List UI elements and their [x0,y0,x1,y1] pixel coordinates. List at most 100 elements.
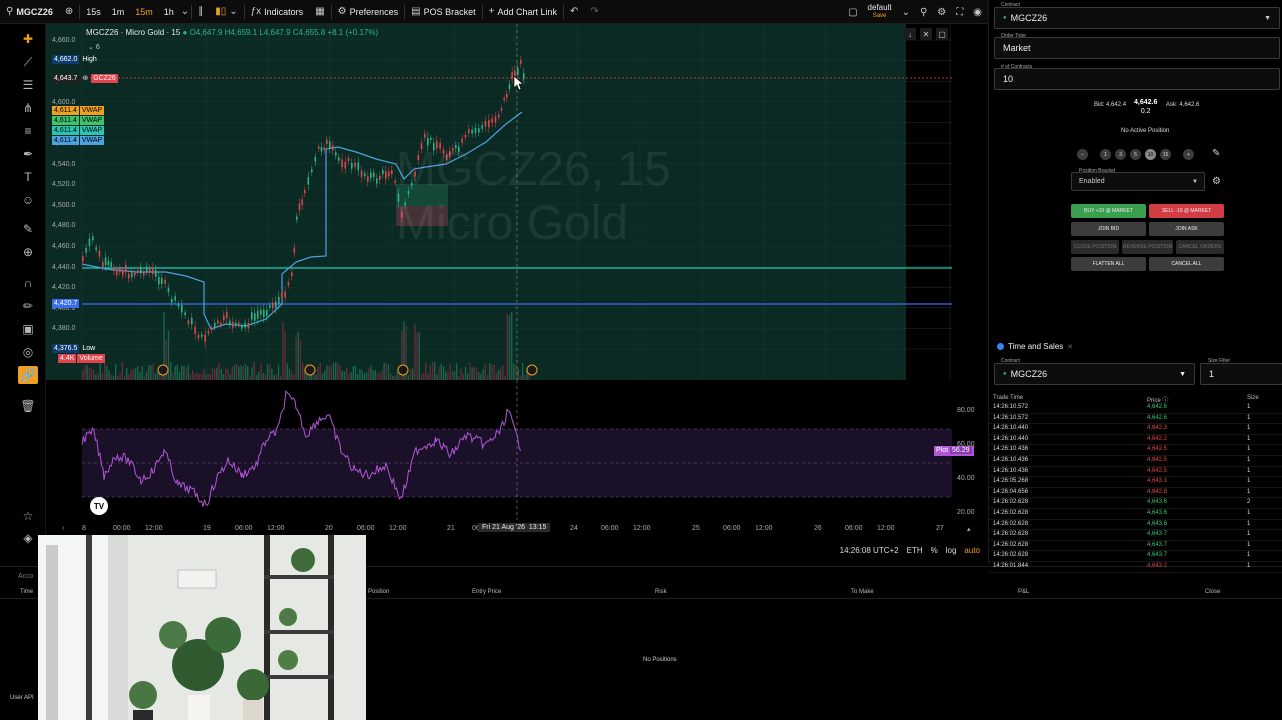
text-tool-icon[interactable]: T [18,168,38,186]
time-label: 12:00 [145,525,163,532]
restore-icon[interactable]: ▢ [936,28,948,40]
brush-tool-icon[interactable]: ✒ [18,145,38,163]
chevron-down-icon[interactable]: ⌄ [902,7,910,18]
order-type-select[interactable]: Market [994,37,1280,59]
rsi-canvas [81,380,952,520]
quantity-preset-5[interactable]: 5 [1130,149,1141,160]
ts-contract-select[interactable]: ● MGCZ26 ▼ [994,363,1195,385]
preferences-button[interactable]: ⚙ Preferences [332,0,405,24]
horizontal-lines-tool-icon[interactable]: ☰ [18,76,38,94]
timeframe-1h[interactable]: 1h [160,7,178,17]
size-filter-input[interactable]: 1 [1200,363,1282,385]
price-label: 4,460.0 [52,243,76,250]
trade-time: 14:26:10.436 [993,467,1029,474]
user-api-label: User API [10,695,34,701]
fullscreen-box-icon[interactable]: ▢ [848,7,857,18]
trash-icon[interactable]: 🗑 [18,397,38,415]
col-position: Position [368,589,390,595]
low-label: Low [82,345,96,352]
layout-grid-button[interactable]: ▦ [309,0,330,24]
rsi-pane[interactable]: 80.00 60.00 40.00 20.00 Plot 56.29 TV [46,380,986,520]
join-ask-button[interactable]: JOIN ASK [1149,222,1224,236]
emoji-tool-icon[interactable]: ☺ [18,191,38,209]
trade-price: 4,642.2 [1147,435,1168,442]
crosshair-tool-icon[interactable]: ✚ [18,30,38,48]
add-chart-link-button[interactable]: + Add Chart Link [483,0,563,24]
candle-style-button[interactable]: ▮▯ ⌄ [209,0,243,24]
indicators-button[interactable]: ƒx Indicators [245,0,310,24]
time-and-sales-tab[interactable]: Time and Sales ✕ [997,342,1073,351]
account-tab[interactable]: Acco [18,573,34,580]
trade-size: 1 [1247,509,1251,516]
lock-icon[interactable]: ▣ [18,320,38,338]
lock-drawing-icon[interactable]: ✏ [18,297,38,315]
undo-button[interactable]: ↶ [564,0,584,24]
zoom-in-icon[interactable]: ⊕ [18,243,38,261]
add-alert-icon[interactable]: ⊕ [80,74,90,83]
auto-scale-button[interactable]: auto [964,546,980,555]
session-button[interactable]: ETH [907,546,923,555]
bracket-settings-gear-icon[interactable]: ⚙ [1212,176,1221,187]
contract-select[interactable]: ● MGCZ26 ▼ [994,7,1280,29]
magnet-icon[interactable]: ∩ [18,274,38,292]
percent-scale-button[interactable]: % [931,546,938,555]
pos-bracket-button[interactable]: ▤ POS Bracket [405,0,481,24]
tradingview-logo-icon[interactable]: TV [90,497,108,515]
ruler-tool-icon[interactable]: ✎ [18,220,38,238]
close-position-button[interactable]: CLOSE POSITION [1071,240,1119,254]
pencil-icon[interactable]: ✎ [1212,148,1220,159]
close-tab-icon[interactable]: ✕ [1067,343,1073,351]
trend-line-tool-icon[interactable]: ⟋ [18,53,38,71]
timeframe-1m[interactable]: 1m [108,7,129,17]
plus-button[interactable]: + [1183,149,1194,160]
time-scale-reset-icon[interactable]: ▴ [967,525,971,533]
trade-time: 14:26:01.844 [993,562,1029,569]
vwap-value: 4,611.4 [52,136,79,145]
cancel-all-button[interactable]: CANCEL ALL [1149,257,1224,271]
fib-tool-icon[interactable]: ≡ [18,122,38,140]
join-bid-button[interactable]: JOIN BID [1071,222,1146,236]
time-scroll-arrow-icon[interactable]: ‹ [62,525,64,532]
layout-name: default [867,3,892,12]
sell-market-button[interactable]: SELL -10 @ MARKET [1149,204,1224,218]
chevron-down-icon[interactable]: ⌄ [181,6,189,17]
buy-market-button[interactable]: BUY +10 @ MARKET [1071,204,1146,218]
add-symbol-button[interactable]: ⊕ [59,0,79,24]
layout-selector[interactable]: default Save [868,4,892,20]
cancel-orders-button[interactable]: CANCEL ORDERS [1176,240,1224,254]
quantity-preset-10[interactable]: 10 [1145,149,1156,160]
price-chart[interactable]: MGCZ26, 15 Micro Gold MGCZ26 · Micro Gol… [46,24,986,380]
redo-button[interactable]: ↷ [584,0,604,24]
quantity-preset-15[interactable]: 15 [1160,149,1171,160]
position-bracket-select[interactable]: Enabled ▼ [1071,172,1205,191]
reverse-position-button[interactable]: REVERSE POSITION [1122,240,1173,254]
timeframe-15s[interactable]: 15s [82,7,105,17]
maximize-icon[interactable]: ⛶ [956,7,963,18]
rsi-plot-label: Plot [936,447,949,454]
eye-icon[interactable]: ◎ [18,343,38,361]
star-icon[interactable]: ☆ [18,507,38,525]
arrow-down-icon[interactable]: ↓ [904,28,916,40]
legend-indicator-count[interactable]: ⌄ 6 [88,43,100,51]
quantity-preset-3[interactable]: 3 [1115,149,1126,160]
quick-search-icon[interactable]: ⚲ [920,7,927,18]
close-icon[interactable]: ✕ [920,28,932,40]
contracts-input[interactable]: 10 [994,68,1280,90]
trade-size: 1 [1247,446,1251,453]
link-icon[interactable]: 🔗 [18,366,38,384]
trade-time: 14:26:02.628 [993,499,1029,506]
trade-price: 4,642.6 [1147,414,1168,421]
layers-icon[interactable]: ◈ [18,529,38,547]
pitchfork-tool-icon[interactable]: ⋔ [18,99,38,117]
minus-button[interactable]: − [1077,149,1088,160]
settings-icon[interactable]: ⚙ [937,7,946,18]
timeframe-15m[interactable]: 15m [131,7,157,17]
flatten-all-button[interactable]: FLATTEN ALL [1071,257,1146,271]
symbol-search-button[interactable]: ⚲ MGCZ26 [0,0,59,24]
camera-icon[interactable]: ◉ [973,7,982,18]
quantity-preset-1[interactable]: 1 [1100,149,1111,160]
ohlc-values: O4,647.9 H4,659.1 L4,647.9 C4,655.8 +8.1… [189,28,379,37]
price-scale-background [906,24,986,380]
log-scale-button[interactable]: log [946,546,957,555]
bar-style-button[interactable]: ∥ [192,0,209,24]
